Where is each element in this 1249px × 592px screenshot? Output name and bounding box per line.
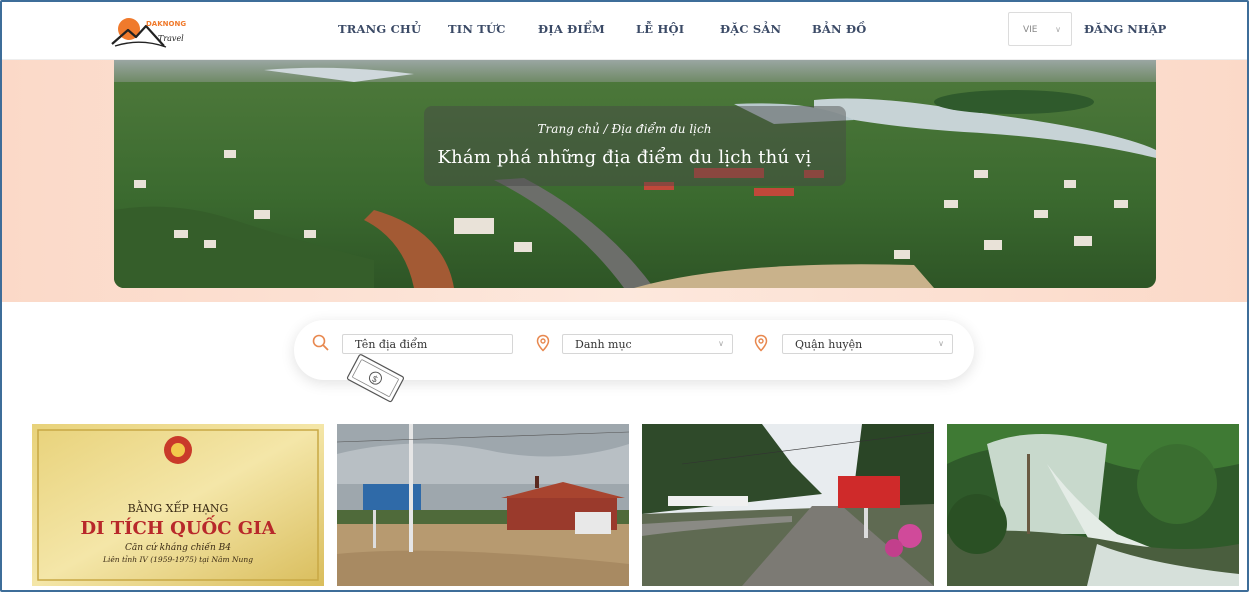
nav-news[interactable]: TIN TỨC (448, 22, 506, 36)
login-link[interactable]: ĐĂNG NHẬP (1084, 22, 1166, 36)
destination-card[interactable] (947, 424, 1239, 586)
page-title: Khám phá những địa điểm du lịch thú vị (437, 147, 812, 168)
hero-banner (114, 60, 1156, 288)
nav-specialties[interactable]: ĐẶC SẢN (720, 22, 781, 36)
place-name-input[interactable]: Tên địa điểm (342, 334, 513, 354)
waterfall-image (947, 424, 1239, 586)
certificate-line-4: Liên tỉnh IV (1959-1975) tại Nâm Nung (102, 555, 253, 564)
historic-site-image (337, 424, 629, 586)
breadcrumb[interactable]: Trang chủ / Địa điểm du lịch (2, 122, 1247, 136)
category-select[interactable]: Danh mục ∨ (562, 334, 733, 354)
logo-script: Travel (158, 34, 184, 43)
site-logo[interactable]: DAKNONG Travel (110, 14, 196, 50)
certificate-line-2: DI TÍCH QUỐC GIA (80, 514, 276, 539)
banknote-icon: $ (340, 352, 410, 406)
nav-map[interactable]: BẢN ĐỒ (812, 22, 866, 36)
district-value: Quận huyện (795, 338, 863, 351)
road-image (642, 424, 934, 586)
hero-caption-box (424, 106, 846, 186)
place-name-placeholder: Tên địa điểm (355, 338, 428, 351)
language-value: VIE (1023, 25, 1038, 35)
certificate-line-1: BẰNG XẾP HẠNG (128, 500, 229, 515)
district-select[interactable]: Quận huyện ∨ (782, 334, 953, 354)
chevron-down-icon: ∨ (938, 339, 944, 348)
logo-wordmark: DAKNONG (146, 20, 186, 28)
page-frame: DAKNONG Travel TRANG CHỦ TIN TỨC ĐỊA ĐIỂ… (0, 0, 1249, 592)
certificate-image: BẰNG XẾP HẠNG DI TÍCH QUỐC GIA Căn cứ kh… (32, 424, 324, 586)
destination-card[interactable] (642, 424, 934, 586)
location-pin-icon (534, 334, 552, 352)
language-select[interactable]: VIE ∨ (1008, 12, 1072, 46)
destination-card[interactable]: BẰNG XẾP HẠNG DI TÍCH QUỐC GIA Căn cứ kh… (32, 424, 324, 586)
destination-card[interactable] (337, 424, 629, 586)
nav-home[interactable]: TRANG CHỦ (338, 22, 421, 36)
nav-festivals[interactable]: LỄ HỘI (636, 22, 684, 36)
destination-card-grid: BẰNG XẾP HẠNG DI TÍCH QUỐC GIA Căn cứ kh… (32, 424, 1239, 586)
search-icon (312, 334, 330, 352)
nav-destinations[interactable]: ĐỊA ĐIỂM (538, 22, 605, 36)
chevron-down-icon: ∨ (718, 339, 724, 348)
site-header: DAKNONG Travel TRANG CHỦ TIN TỨC ĐỊA ĐIỂ… (2, 2, 1247, 60)
category-value: Danh mục (575, 338, 632, 351)
certificate-line-3: Căn cứ kháng chiến B4 (125, 542, 231, 553)
location-pin-icon (752, 334, 770, 352)
chevron-down-icon: ∨ (1055, 25, 1061, 34)
